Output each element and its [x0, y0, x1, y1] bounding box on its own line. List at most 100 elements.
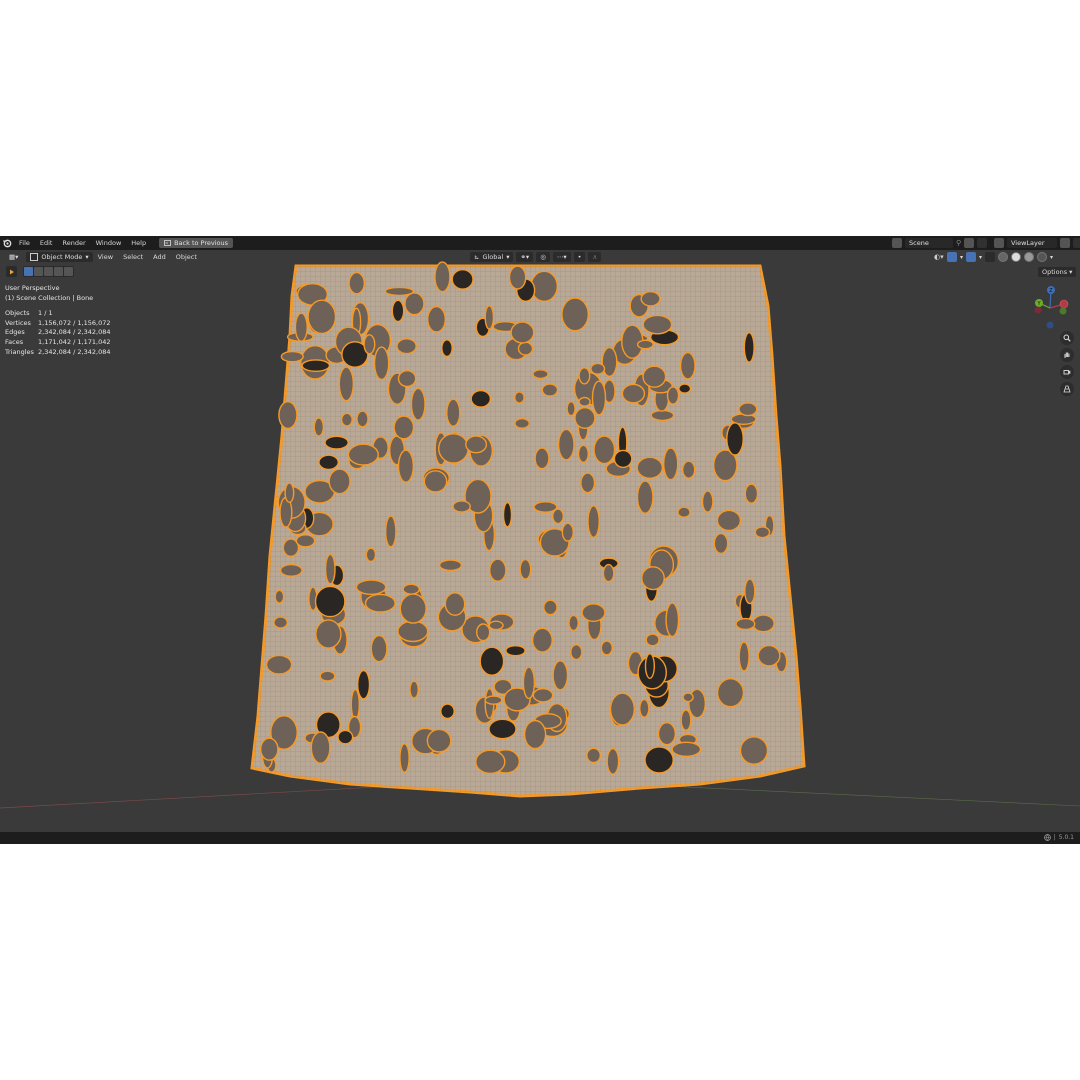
menu-edit[interactable]: Edit — [35, 236, 58, 250]
delete-viewlayer-icon[interactable] — [1073, 238, 1080, 248]
new-scene-icon[interactable] — [964, 238, 975, 248]
mesh-pore — [523, 719, 547, 750]
mesh-pore — [337, 729, 354, 745]
falloff-selector[interactable]: ∧ — [588, 252, 602, 262]
grid-icon[interactable] — [1060, 382, 1074, 396]
proportional-toggle[interactable]: • — [573, 252, 586, 262]
mesh-pore — [338, 366, 354, 402]
mesh-pore — [440, 703, 455, 720]
chevron-down-icon[interactable]: ▾ — [979, 254, 982, 261]
visibility-icon[interactable]: ◐▾ — [934, 252, 944, 262]
zoom-icon[interactable] — [1060, 331, 1074, 345]
mode-selector[interactable]: Object Mode ▾ — [26, 252, 93, 262]
mesh-pore — [315, 619, 342, 649]
scene-selector[interactable]: Scene ⚲ — [892, 238, 988, 248]
stat-label: Vertices — [5, 318, 31, 327]
mesh-pore — [314, 585, 346, 618]
mesh-pore — [754, 526, 771, 539]
orientation-label: Global — [482, 253, 504, 261]
scene-icon[interactable] — [892, 238, 902, 248]
solid-shading-icon[interactable] — [1011, 252, 1022, 262]
menu-window[interactable]: Window — [91, 236, 127, 250]
chevron-down-icon[interactable]: ▾ — [960, 254, 963, 261]
back-to-previous-button[interactable]: Back to Previous — [159, 238, 234, 248]
overlay-toggle-icon[interactable] — [966, 252, 977, 262]
mesh-pore — [465, 435, 488, 454]
mesh-pore — [739, 736, 769, 765]
mesh-pore — [301, 359, 331, 373]
mesh-pore — [606, 747, 620, 775]
navigation-gizmo[interactable]: Z Y — [1030, 286, 1074, 334]
mesh-pore — [324, 553, 336, 585]
stat-row: Triangles 2,342,084 / 2,342,084 — [5, 348, 110, 358]
delete-scene-icon[interactable] — [977, 238, 988, 248]
mesh-pore — [399, 593, 427, 624]
mesh-pore — [397, 449, 415, 483]
select-extend-icon[interactable] — [34, 267, 43, 276]
rendered-shading-icon[interactable] — [1037, 252, 1048, 262]
mesh-pore — [678, 383, 692, 394]
mesh-pore — [295, 534, 316, 548]
mesh-pore — [444, 592, 466, 616]
mesh-pore — [561, 522, 574, 542]
gizmo-toggle-icon[interactable] — [947, 252, 957, 262]
mesh-pore — [319, 670, 336, 682]
stat-label: Faces — [5, 337, 24, 346]
version-indicator: | 5.0.1 — [1043, 834, 1074, 841]
mesh-pore — [636, 339, 654, 350]
select-invert-icon[interactable] — [54, 267, 63, 276]
chevron-down-icon[interactable]: ▾ — [1050, 254, 1053, 261]
new-viewlayer-icon[interactable] — [1060, 238, 1070, 248]
mesh-pore — [645, 633, 660, 647]
viewlayer-selector[interactable]: ViewLayer — [994, 238, 1080, 248]
hand-icon[interactable] — [1060, 348, 1074, 362]
select-subtract-icon[interactable] — [44, 267, 53, 276]
mesh-pore — [313, 417, 325, 437]
mesh-pore — [532, 369, 549, 380]
menu-file[interactable]: File — [14, 236, 35, 250]
mesh-pore — [682, 460, 696, 479]
mesh-pore — [279, 563, 303, 577]
viewport-canvas[interactable] — [0, 236, 1080, 844]
mesh-pore — [391, 299, 405, 323]
menu-object[interactable]: Object — [171, 253, 202, 261]
xray-toggle-icon[interactable] — [985, 252, 996, 262]
menu-help[interactable]: Help — [126, 236, 151, 250]
mesh-pore — [284, 482, 295, 504]
mesh-pore — [530, 270, 559, 302]
viewlayer-icon[interactable] — [994, 238, 1004, 248]
options-button[interactable]: Options ▾ — [1038, 267, 1077, 277]
menu-view[interactable]: View — [93, 253, 118, 261]
pin-icon[interactable]: ⚲ — [956, 239, 961, 247]
orientation-selector[interactable]: ⊾ Global ▾ — [470, 252, 514, 262]
mesh-pore — [682, 692, 694, 703]
mesh-pore — [532, 687, 554, 703]
mesh-pore — [294, 312, 308, 342]
wireframe-shading-icon[interactable] — [998, 252, 1009, 262]
options-label: Options — [1042, 268, 1068, 276]
mesh-pore — [274, 589, 285, 604]
menu-render[interactable]: Render — [57, 236, 90, 250]
mesh-pore — [663, 447, 679, 481]
mesh-pore — [505, 645, 526, 657]
viewlayer-name-field[interactable]: ViewLayer — [1007, 238, 1057, 248]
select-intersect-icon[interactable] — [64, 267, 73, 276]
mesh-pore — [427, 305, 447, 333]
snap-target[interactable]: ⋯▾ — [552, 252, 571, 262]
pivot-selector[interactable]: ⚭▾ — [516, 252, 534, 262]
menu-add[interactable]: Add — [148, 253, 171, 261]
mesh-pore — [543, 599, 558, 616]
snap-toggle[interactable]: ◎ — [536, 252, 550, 262]
blender-logo-icon[interactable] — [0, 236, 14, 250]
mesh-pore — [340, 412, 353, 427]
camera-icon[interactable] — [1060, 365, 1074, 379]
mesh-pore — [593, 435, 616, 465]
scene-name-field[interactable]: Scene — [905, 238, 953, 248]
editor-type-icon[interactable]: ▦▾ — [5, 252, 22, 262]
selection-mode-group — [23, 266, 74, 277]
select-new-icon[interactable] — [24, 267, 33, 276]
menu-select[interactable]: Select — [118, 253, 148, 261]
play-icon[interactable] — [6, 266, 17, 277]
material-shading-icon[interactable] — [1024, 252, 1035, 262]
bone-mesh[interactable] — [250, 261, 806, 798]
